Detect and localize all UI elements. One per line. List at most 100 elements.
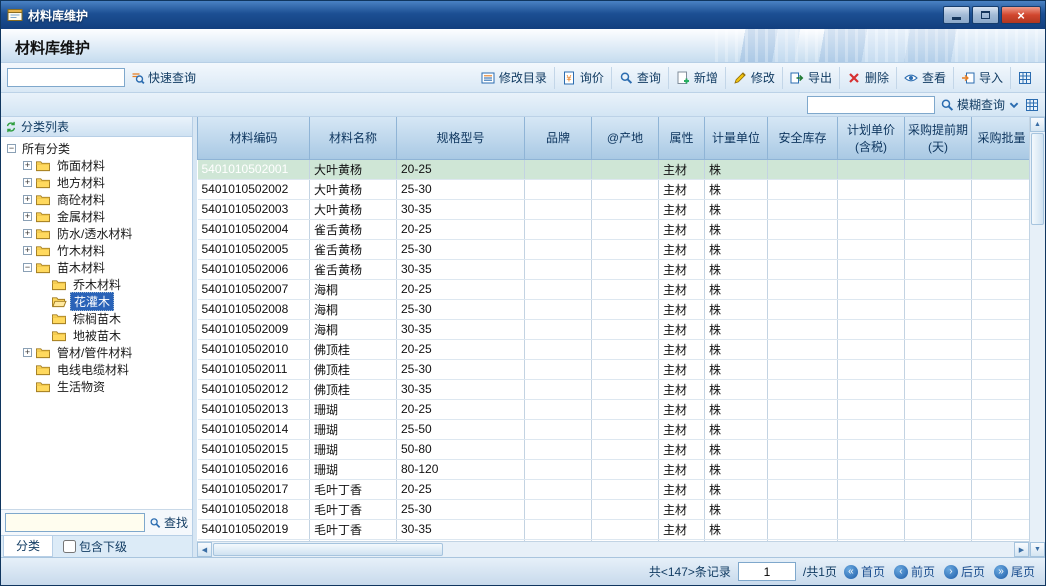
column-header[interactable]: 品牌: [525, 117, 592, 159]
table-cell[interactable]: 30-35: [397, 319, 525, 339]
table-cell[interactable]: 主材: [659, 479, 705, 499]
column-header[interactable]: 计量单位: [705, 117, 768, 159]
table-cell[interactable]: 株: [705, 159, 768, 179]
restore-button[interactable]: [972, 6, 999, 24]
table-cell[interactable]: 主材: [659, 279, 705, 299]
table-cell[interactable]: [592, 199, 659, 219]
table-cell[interactable]: 20-25: [397, 159, 525, 179]
table-cell[interactable]: [592, 179, 659, 199]
table-cell[interactable]: 株: [705, 179, 768, 199]
table-cell[interactable]: 30-35: [397, 259, 525, 279]
table-cell[interactable]: 主材: [659, 519, 705, 539]
table-cell[interactable]: [592, 379, 659, 399]
delete-button[interactable]: 删除: [839, 67, 896, 89]
table-cell[interactable]: [972, 439, 1030, 459]
table-cell[interactable]: 毛叶丁香: [310, 519, 397, 539]
table-cell[interactable]: 佛顶桂: [310, 359, 397, 379]
table-cell[interactable]: [972, 319, 1030, 339]
table-cell[interactable]: [905, 219, 972, 239]
table-cell[interactable]: [972, 199, 1030, 219]
table-cell[interactable]: [525, 339, 592, 359]
table-cell[interactable]: 主材: [659, 299, 705, 319]
table-cell[interactable]: [592, 279, 659, 299]
table-cell[interactable]: [592, 519, 659, 539]
column-settings-button[interactable]: [1025, 98, 1039, 112]
table-cell[interactable]: [592, 359, 659, 379]
table-cell[interactable]: 株: [705, 279, 768, 299]
tree-item[interactable]: +金属材料: [3, 208, 192, 225]
column-header[interactable]: @产地: [592, 117, 659, 159]
table-cell[interactable]: 5401010502002: [198, 179, 310, 199]
table-cell[interactable]: [592, 159, 659, 179]
vscroll-thumb[interactable]: [1031, 133, 1044, 225]
tree-item[interactable]: 花灌木: [3, 293, 192, 310]
table-cell[interactable]: [525, 479, 592, 499]
table-row[interactable]: 5401010502005雀舌黄杨25-30主材株: [198, 239, 1030, 259]
table-cell[interactable]: [768, 319, 838, 339]
column-header[interactable]: 材料名称: [310, 117, 397, 159]
table-cell[interactable]: [768, 339, 838, 359]
table-cell[interactable]: [592, 239, 659, 259]
view-button[interactable]: 查看: [896, 67, 953, 89]
fuzzy-search-input[interactable]: [807, 96, 935, 114]
table-cell[interactable]: [905, 399, 972, 419]
table-cell[interactable]: 20-25: [397, 219, 525, 239]
table-cell[interactable]: [972, 259, 1030, 279]
table-cell[interactable]: [838, 379, 905, 399]
hscroll-track[interactable]: [212, 542, 1014, 557]
hscroll-thumb[interactable]: [213, 543, 443, 556]
table-cell[interactable]: [592, 399, 659, 419]
table-row[interactable]: 5401010502007海桐20-25主材株: [198, 279, 1030, 299]
table-cell[interactable]: 珊瑚: [310, 399, 397, 419]
table-cell[interactable]: [525, 359, 592, 379]
table-cell[interactable]: 珊瑚: [310, 439, 397, 459]
table-cell[interactable]: [838, 359, 905, 379]
tree-item[interactable]: 电线电缆材料: [3, 361, 192, 378]
table-row[interactable]: 5401010502014珊瑚25-50主材株: [198, 419, 1030, 439]
table-cell[interactable]: 5401010502008: [198, 299, 310, 319]
table-cell[interactable]: 主材: [659, 159, 705, 179]
table-cell[interactable]: 20-25: [397, 279, 525, 299]
layout-button[interactable]: [1010, 67, 1039, 89]
table-cell[interactable]: 主材: [659, 179, 705, 199]
table-cell[interactable]: 株: [705, 419, 768, 439]
table-cell[interactable]: [905, 379, 972, 399]
table-cell[interactable]: 5401010502019: [198, 519, 310, 539]
table-cell[interactable]: [525, 519, 592, 539]
table-cell[interactable]: [905, 519, 972, 539]
table-row[interactable]: 5401010502008海桐25-30主材株: [198, 299, 1030, 319]
table-cell[interactable]: [768, 219, 838, 239]
column-header[interactable]: 采购批量: [972, 117, 1030, 159]
prev-page-button[interactable]: ‹前页: [894, 563, 935, 580]
scroll-right-button[interactable]: ▶: [1014, 542, 1029, 557]
tree-find-button[interactable]: 查找: [149, 514, 188, 531]
table-cell[interactable]: 5401010502018: [198, 499, 310, 519]
table-cell[interactable]: [905, 239, 972, 259]
table-cell[interactable]: 毛叶丁香: [310, 499, 397, 519]
table-cell[interactable]: 株: [705, 299, 768, 319]
table-cell[interactable]: [525, 439, 592, 459]
table-cell[interactable]: 50-80: [397, 439, 525, 459]
expand-icon[interactable]: +: [23, 161, 32, 170]
table-cell[interactable]: 5401010502007: [198, 279, 310, 299]
expand-icon[interactable]: +: [23, 212, 32, 221]
table-cell[interactable]: 5401010502015: [198, 439, 310, 459]
table-cell[interactable]: [905, 159, 972, 179]
table-cell[interactable]: 25-30: [397, 179, 525, 199]
table-cell[interactable]: 5401010502013: [198, 399, 310, 419]
table-cell[interactable]: [768, 259, 838, 279]
table-cell[interactable]: [768, 279, 838, 299]
close-button[interactable]: ×: [1001, 6, 1041, 24]
table-cell[interactable]: 海桐: [310, 299, 397, 319]
table-cell[interactable]: [768, 359, 838, 379]
table-cell[interactable]: 毛叶丁香: [310, 479, 397, 499]
modify-button[interactable]: 修改: [725, 67, 782, 89]
table-cell[interactable]: 30-35: [397, 379, 525, 399]
table-cell[interactable]: 海桐: [310, 319, 397, 339]
table-cell[interactable]: 佛顶桂: [310, 339, 397, 359]
table-cell[interactable]: 主材: [659, 439, 705, 459]
table-cell[interactable]: [972, 499, 1030, 519]
table-cell[interactable]: 主材: [659, 259, 705, 279]
tree-item[interactable]: +管材/管件材料: [3, 344, 192, 361]
table-cell[interactable]: [972, 299, 1030, 319]
